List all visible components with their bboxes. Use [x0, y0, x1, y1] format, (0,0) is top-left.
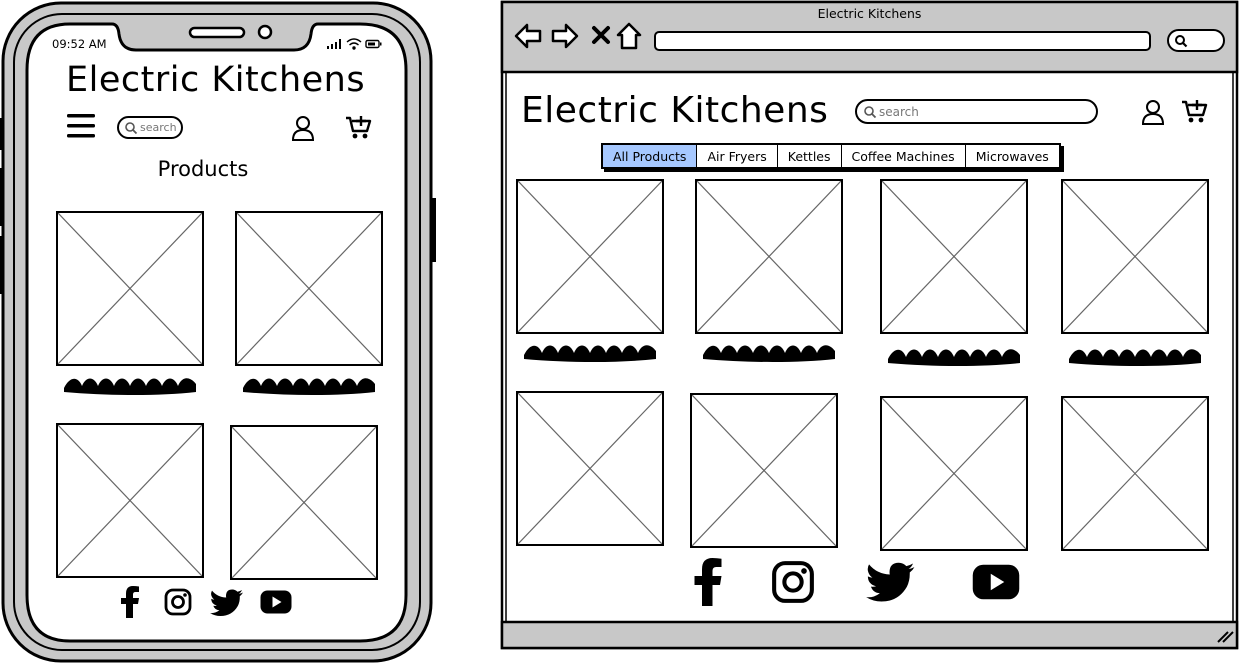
signal-icon: [327, 39, 341, 49]
phone-site-title: Electric Kitchens: [66, 60, 366, 100]
product-image-placeholder[interactable]: [230, 425, 378, 580]
close-icon[interactable]: [591, 25, 611, 45]
product-image-placeholder[interactable]: [1061, 396, 1209, 551]
browser-search-button[interactable]: [1167, 29, 1225, 52]
tab-all-products[interactable]: All Products: [603, 145, 698, 167]
search-icon: [1175, 35, 1188, 48]
hamburger-menu-icon[interactable]: [66, 113, 96, 139]
product-name-scribble: [64, 378, 196, 395]
tab-coffee-machines[interactable]: Coffee Machines: [841, 145, 966, 167]
search-icon: [125, 121, 138, 134]
product-image-placeholder[interactable]: [690, 393, 838, 548]
product-name-scribble: [243, 378, 375, 395]
home-icon[interactable]: [616, 22, 642, 50]
facebook-icon[interactable]: [120, 586, 140, 618]
products-heading: Products: [157, 157, 249, 181]
browser-search-placeholder: search: [879, 104, 919, 119]
battery-icon: [365, 39, 382, 49]
user-icon[interactable]: [291, 115, 315, 141]
instagram-icon[interactable]: [164, 588, 192, 616]
product-name-scribble: [524, 345, 656, 362]
phone-search-placeholder: search: [140, 121, 177, 134]
wifi-icon: [346, 38, 362, 50]
product-image-placeholder[interactable]: [516, 391, 664, 546]
browser-mockup: Electric Kitchens Electric Kitchens sear…: [500, 0, 1239, 666]
status-time: 09:52 AM: [52, 37, 107, 51]
forward-arrow-icon[interactable]: [551, 23, 579, 49]
user-icon[interactable]: [1141, 99, 1165, 125]
product-image-placeholder[interactable]: [235, 211, 383, 366]
instagram-icon[interactable]: [771, 560, 815, 604]
youtube-icon[interactable]: [972, 564, 1020, 600]
twitter-icon[interactable]: [866, 562, 916, 603]
tab-air-fryers[interactable]: Air Fryers: [697, 145, 778, 167]
product-image-placeholder[interactable]: [56, 211, 204, 366]
category-tab-bar: All Products Air Fryers Kettles Coffee M…: [601, 143, 1061, 169]
phone-mockup: 09:52 AM Electric Kitchens search Produc…: [0, 0, 440, 666]
cart-icon[interactable]: [1181, 99, 1209, 125]
tab-microwaves[interactable]: Microwaves: [965, 145, 1059, 167]
cart-icon[interactable]: [345, 115, 373, 141]
phone-search-input[interactable]: search: [117, 116, 183, 139]
product-image-placeholder[interactable]: [880, 396, 1028, 551]
product-image-placeholder[interactable]: [56, 423, 204, 578]
address-bar[interactable]: [654, 31, 1151, 51]
back-arrow-icon[interactable]: [514, 23, 542, 49]
product-image-placeholder[interactable]: [1061, 179, 1209, 334]
browser-window-title: Electric Kitchens: [817, 6, 922, 21]
product-image-placeholder[interactable]: [516, 179, 664, 334]
product-image-placeholder[interactable]: [880, 179, 1028, 334]
youtube-icon[interactable]: [260, 590, 292, 614]
product-name-scribble: [703, 345, 835, 362]
browser-search-input[interactable]: search: [855, 99, 1098, 124]
product-image-placeholder[interactable]: [695, 179, 843, 334]
browser-site-title: Electric Kitchens: [521, 90, 829, 131]
facebook-icon[interactable]: [693, 558, 723, 606]
twitter-icon[interactable]: [210, 589, 244, 617]
product-name-scribble: [1069, 349, 1201, 366]
status-icons: [327, 38, 382, 50]
product-name-scribble: [888, 349, 1020, 366]
tab-kettles[interactable]: Kettles: [777, 145, 842, 167]
search-icon: [864, 105, 877, 118]
